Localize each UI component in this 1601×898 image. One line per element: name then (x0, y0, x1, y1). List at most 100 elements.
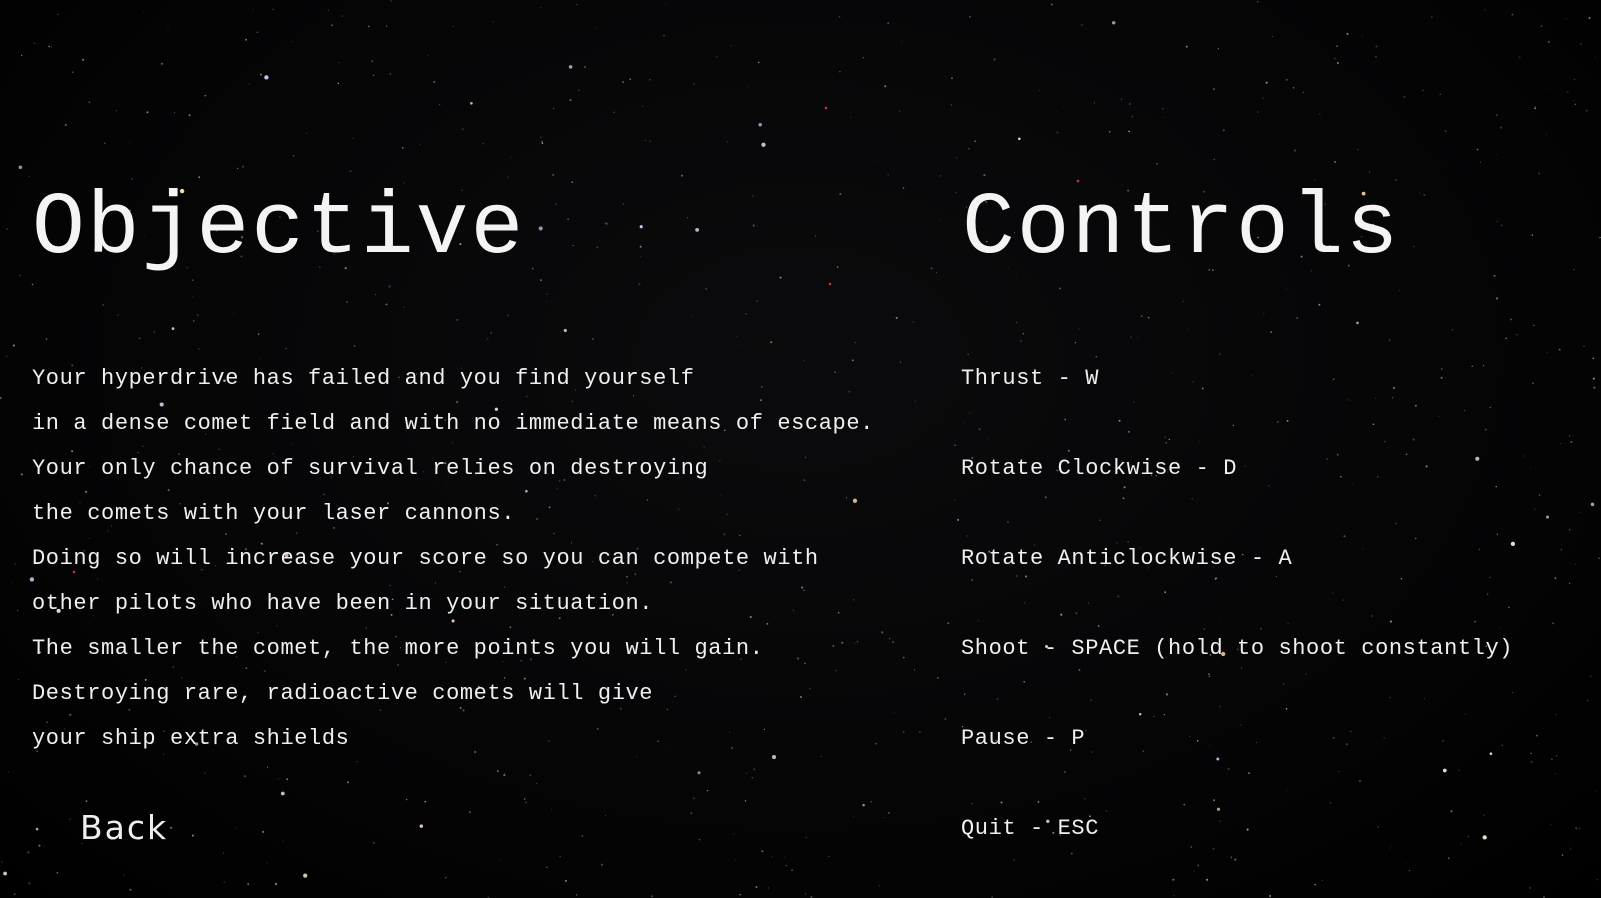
star (257, 333, 260, 335)
star (706, 789, 709, 792)
star (160, 62, 163, 65)
star (146, 111, 149, 114)
star (1583, 345, 1585, 348)
star (1357, 149, 1359, 151)
control-rotate-clockwise: Rotate Clockwise - D (961, 456, 1238, 481)
back-button[interactable]: Back (80, 808, 168, 848)
star (470, 101, 473, 105)
star (1081, 24, 1083, 26)
star (256, 31, 259, 34)
star (57, 13, 59, 16)
star (12, 344, 15, 347)
star (1265, 81, 1268, 84)
star (805, 836, 807, 838)
star (887, 22, 889, 24)
star (680, 174, 684, 177)
star (1574, 103, 1577, 106)
star (1078, 328, 1080, 330)
star (1272, 35, 1273, 37)
star (306, 132, 308, 134)
star (1573, 268, 1575, 270)
star (1108, 130, 1111, 133)
star (930, 267, 933, 270)
star (1451, 329, 1454, 331)
star (1292, 86, 1295, 89)
star (1093, 102, 1095, 104)
star (102, 304, 104, 306)
star (7, 771, 10, 773)
star (438, 103, 441, 106)
star (939, 175, 942, 177)
star (486, 337, 489, 340)
star (539, 279, 543, 282)
star (901, 41, 903, 43)
star (1270, 331, 1273, 334)
star (779, 276, 782, 279)
star (1496, 114, 1498, 116)
star (536, 782, 538, 784)
star (757, 61, 760, 64)
star (1480, 161, 1481, 163)
star (1495, 297, 1499, 300)
star (1285, 79, 1288, 81)
star (538, 226, 543, 231)
star (1130, 336, 1132, 338)
star (191, 834, 194, 837)
star (852, 816, 854, 817)
star (576, 3, 578, 6)
star (43, 845, 46, 847)
star (349, 170, 352, 173)
star (1128, 103, 1131, 105)
star (1496, 220, 1498, 222)
star (1444, 130, 1447, 133)
star (1398, 290, 1400, 292)
star (123, 874, 125, 876)
star (1182, 300, 1184, 302)
star (954, 444, 956, 447)
star (28, 175, 30, 178)
star (266, 862, 268, 864)
star (0, 396, 2, 400)
star (645, 139, 647, 142)
star (751, 777, 753, 779)
star (541, 142, 544, 144)
star (541, 140, 544, 143)
star (540, 136, 542, 139)
star (1423, 194, 1426, 196)
star (1476, 148, 1479, 151)
star (1285, 288, 1287, 290)
star (18, 679, 19, 681)
star (1547, 40, 1550, 43)
star (525, 801, 528, 804)
star (266, 766, 269, 768)
star (887, 174, 889, 176)
star (1051, 3, 1053, 6)
objective-line: in a dense comet field and with no immed… (32, 411, 874, 436)
star (690, 812, 693, 815)
star (1422, 89, 1424, 91)
star (1318, 112, 1321, 115)
star (862, 803, 865, 807)
star (242, 165, 244, 168)
star (1599, 236, 1601, 239)
star (356, 760, 358, 763)
star (1137, 337, 1139, 339)
star (969, 15, 971, 18)
star (72, 71, 74, 73)
star (850, 116, 852, 118)
star (235, 827, 237, 828)
star (385, 25, 388, 27)
star (1594, 56, 1596, 58)
star (606, 223, 609, 225)
star (1212, 19, 1214, 21)
star (117, 314, 119, 317)
star (1213, 158, 1216, 161)
star (1185, 45, 1188, 48)
star (69, 818, 71, 821)
star (1419, 192, 1421, 194)
star (1573, 100, 1575, 102)
star (259, 73, 262, 76)
star (167, 25, 169, 27)
star (954, 498, 956, 501)
star (950, 104, 953, 106)
